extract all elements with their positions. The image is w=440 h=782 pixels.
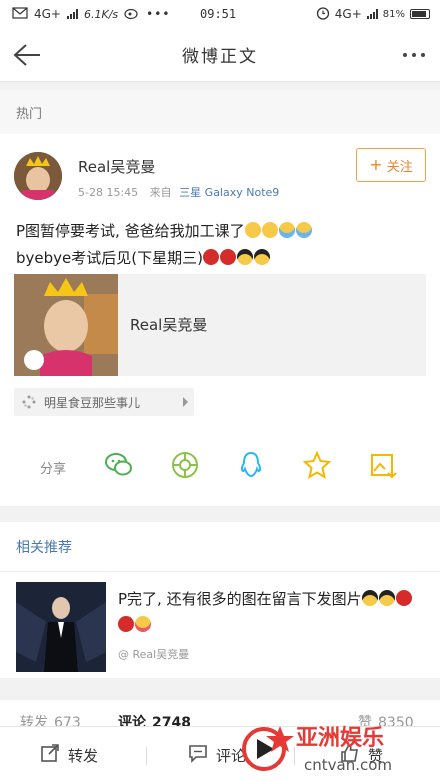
wechat-icon[interactable]: [104, 450, 134, 480]
sunglasses-emoji-icon: [361, 590, 378, 606]
share-row: 分享: [0, 446, 440, 490]
loading-dots-icon: [22, 395, 36, 409]
post-date: 5-28 15:45: [78, 186, 139, 199]
post-source-prefix: 来自: [149, 186, 172, 199]
post-author-name[interactable]: Real吴竞曼: [78, 156, 155, 177]
repost-card[interactable]: Real吴竞曼: [14, 274, 426, 376]
recommend-image: [16, 582, 106, 672]
comment-button[interactable]: 评论: [188, 743, 246, 767]
repost-image: [14, 274, 118, 376]
spiderman-emoji-icon: [202, 249, 219, 265]
repost-icon: [40, 743, 60, 767]
post-meta: 5-28 15:45 来自 三星 Galaxy Note9: [78, 184, 279, 200]
battery-percent: 81%: [382, 8, 405, 20]
smile-emoji-icon: [244, 222, 261, 238]
chevron-right-icon: [183, 397, 188, 407]
post-text: P图暂停要考试, 爸爸给我加工课了 byebye考试后见(下星期三): [16, 218, 426, 272]
follow-button[interactable]: + 关注: [356, 148, 426, 182]
nav-bar: 微博正文: [0, 28, 440, 82]
divider: [146, 747, 147, 765]
mail-icon: [12, 6, 28, 22]
spiderman-emoji-icon: [219, 249, 236, 265]
cry-emoji-icon: [295, 222, 312, 238]
weibo-icon: [124, 6, 140, 23]
post-card: Real吴竞曼 5-28 15:45 来自 三星 Galaxy Note9 + …: [0, 134, 440, 506]
watermark-url: cntvan.com: [304, 756, 393, 774]
watermark-logo: 亚洲娱乐 cntvan.com: [240, 716, 440, 782]
sunglasses-emoji-icon: [236, 249, 253, 265]
qzone-star-icon[interactable]: [302, 450, 332, 480]
signal-icon-right: [366, 9, 378, 19]
repost-button[interactable]: 转发: [40, 743, 98, 767]
recommend-header: 相关推荐: [0, 522, 440, 572]
cry-emoji-icon: [278, 222, 295, 238]
recommend-item[interactable]: P完了, 还有很多的图在留言下发图片 @ Real吴竞曼: [0, 572, 440, 678]
topic-tag[interactable]: 明星食豆那些事儿: [14, 388, 194, 416]
save-image-icon[interactable]: [368, 450, 398, 480]
more-dots-icon: •••: [146, 7, 171, 21]
moments-icon[interactable]: [170, 450, 200, 480]
watermark-play-icon: [242, 726, 294, 771]
smile-emoji-icon: [261, 222, 278, 238]
avatar[interactable]: [14, 152, 62, 200]
watermark-name: 亚洲娱乐: [296, 726, 385, 751]
status-bar: 4G+ 6.1K/s ••• 09:51 4G+ 81%: [0, 0, 440, 28]
page-title: 微博正文: [182, 47, 258, 67]
back-arrow-icon[interactable]: [10, 40, 44, 70]
more-menu-icon[interactable]: [398, 46, 430, 64]
post-text-line2: byebye考试后见(下星期三): [16, 249, 203, 267]
network-speed: 6.1K/s: [84, 7, 119, 21]
repost-button-label: 转发: [68, 746, 99, 765]
network-label: 4G+: [34, 7, 61, 21]
clock: 09:51: [200, 7, 237, 21]
recommend-text: P完了, 还有很多的图在留言下发图片: [118, 586, 418, 638]
section-hot-label: 热门: [0, 90, 440, 134]
comment-icon: [188, 743, 208, 767]
share-label: 分享: [40, 462, 67, 477]
follow-label: 关注: [386, 159, 413, 175]
signal-icon: [67, 9, 78, 19]
network-label-right: 4G+: [334, 7, 362, 21]
spiderman-emoji-icon: [395, 590, 412, 606]
sunglasses-emoji-icon: [378, 590, 395, 606]
sunglasses-emoji-icon: [253, 249, 270, 265]
topic-label: 明星食豆那些事儿: [44, 395, 141, 410]
recommend-text-content: P完了, 还有很多的图在留言下发图片: [118, 590, 362, 608]
plus-icon: +: [369, 155, 383, 174]
recommend-author[interactable]: @ Real吴竞曼: [118, 646, 189, 662]
alarm-icon: [316, 6, 330, 23]
tongue-emoji-icon: [135, 616, 151, 632]
battery-icon: [410, 9, 430, 19]
repost-author-name: Real吴竞曼: [130, 316, 208, 334]
post-text-line1: P图暂停要考试, 爸爸给我加工课了: [16, 222, 245, 240]
post-source-device[interactable]: 三星 Galaxy Note9: [179, 186, 279, 199]
qq-icon[interactable]: [236, 450, 266, 480]
spiderman-emoji-icon: [118, 616, 134, 632]
